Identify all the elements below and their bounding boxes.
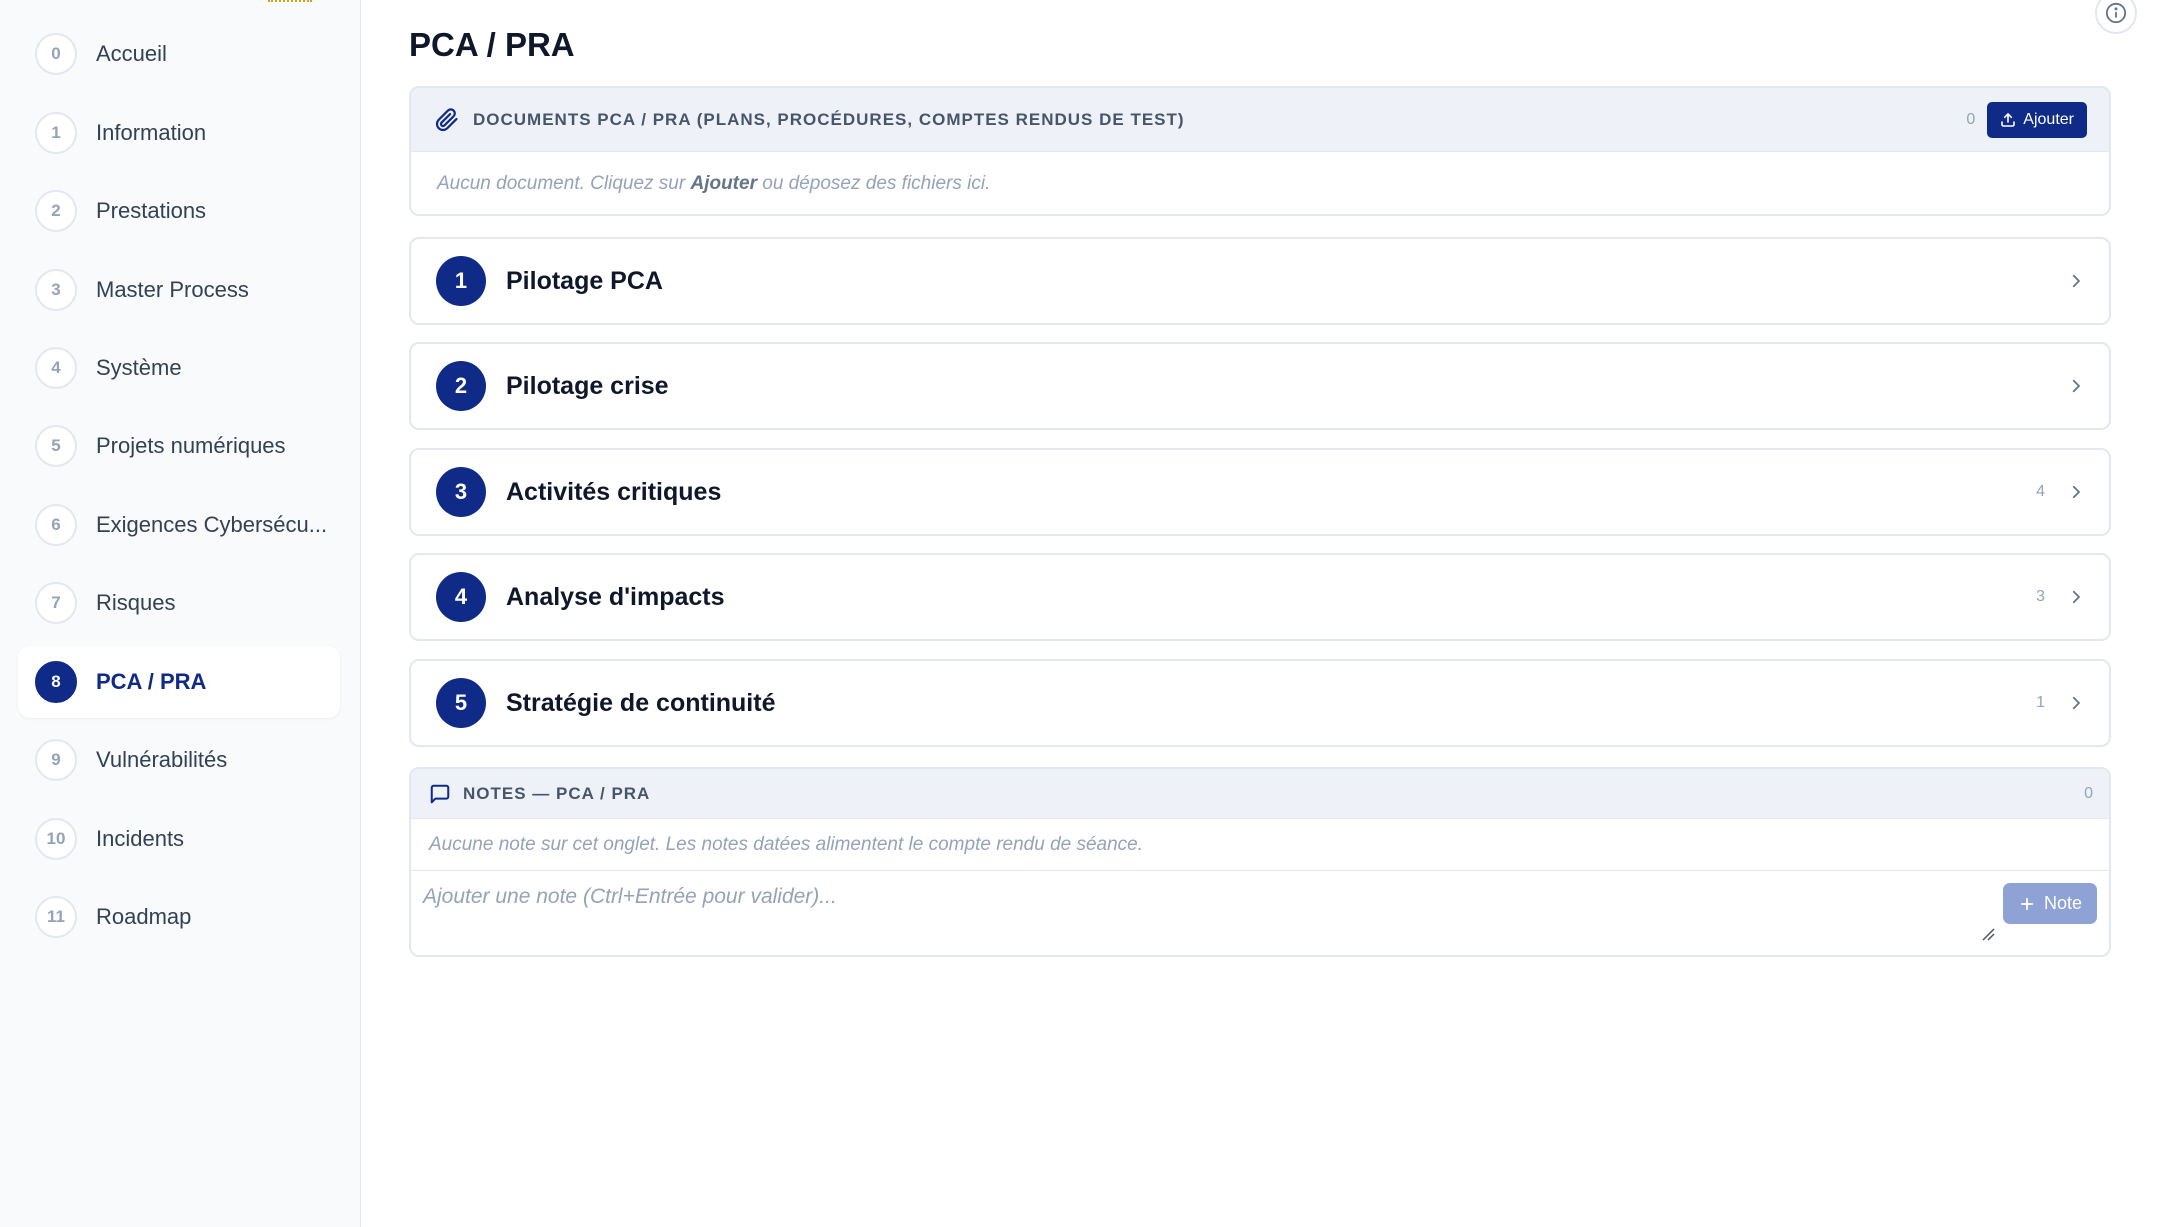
notes-composer: Note [411,871,2109,955]
notes-empty-text: Aucune note sur cet onglet. Les notes da… [411,819,2109,871]
chevron-right-icon [2067,694,2085,712]
page-title: PCA / PRA [409,26,575,63]
sidebar-item-vulnerabilites[interactable]: 9 Vulnérabilités [18,724,340,796]
notes-panel-header: NOTES — PCA / PRA 0 [411,769,2109,819]
notes-panel: NOTES — PCA / PRA 0 Aucune note sur cet … [409,767,2111,957]
nav-step-badge: 9 [35,739,77,781]
paperclip-icon [435,107,458,131]
section-number-badge: 4 [436,572,486,622]
documents-panel[interactable]: DOCUMENTS PCA / PRA (PLANS, PROCÉDURES, … [409,86,2111,216]
section-pilotage-crise[interactable]: 2 Pilotage crise [409,342,2111,430]
nav-step-badge: 10 [35,818,77,860]
sidebar-item-risques[interactable]: 7 Risques [18,567,340,639]
documents-drop-zone[interactable]: Aucun document. Cliquez sur Ajouter ou d… [411,152,2109,195]
add-note-label: Note [2043,893,2082,913]
sidebar-item-systeme[interactable]: 4 Système [18,332,340,404]
chevron-right-icon [2067,377,2085,395]
sidebar-item-label: Risques [96,590,176,615]
nav-step-badge: 1 [35,112,77,154]
nav-step-badge: 3 [35,269,77,311]
chevron-right-icon [2067,483,2085,501]
sidebar-item-label: Roadmap [96,904,192,929]
nav-step-badge: 6 [35,504,77,546]
documents-empty-text-emphasis: Ajouter [690,173,757,194]
section-pilotage-pca[interactable]: 1 Pilotage PCA [409,237,2111,325]
documents-count: 0 [1966,110,1976,128]
nav-step-badge: 8 [35,661,77,703]
section-title: Pilotage crise [506,371,669,400]
sidebar-item-pca-pra[interactable]: 8 PCA / PRA [18,646,340,718]
section-strategie-continuite[interactable]: 5 Stratégie de continuité 1 [409,659,2111,747]
sidebar-item-label: Exigences Cybersécu... [96,512,328,537]
nav-step-badge: 7 [35,582,77,624]
sidebar-item-label: Vulnérabilités [96,747,228,772]
section-title: Pilotage PCA [506,266,663,295]
sidebar-item-label: Incidents [96,826,185,851]
section-number-badge: 5 [436,678,486,728]
info-icon [2105,2,2127,24]
section-title: Activités critiques [506,477,722,506]
add-note-button[interactable]: Note [2002,883,2097,924]
section-number-badge: 2 [436,361,486,411]
section-count: 1 [2036,694,2045,711]
section-count: 3 [2036,588,2045,605]
nav-step-badge: 11 [35,896,77,938]
note-input[interactable] [411,871,1996,955]
add-document-button[interactable]: Ajouter [1987,101,2087,138]
section-title: Analyse d'impacts [506,582,725,611]
notes-panel-title: NOTES — PCA / PRA [463,783,651,803]
sidebar-item-prestations[interactable]: 2 Prestations [18,175,340,247]
info-button[interactable] [2095,0,2137,34]
section-number-badge: 3 [436,467,486,517]
nav-step-badge: 5 [35,425,77,467]
sidebar-item-incidents[interactable]: 10 Incidents [18,803,340,875]
sidebar-item-information[interactable]: 1 Information [18,97,340,169]
notes-count: 0 [2084,784,2093,802]
documents-panel-header: DOCUMENTS PCA / PRA (PLANS, PROCÉDURES, … [411,88,2109,152]
documents-empty-text-start: Aucun document. Cliquez sur [437,173,691,194]
sidebar-item-label: Information [96,120,207,145]
sidebar-top-accent [268,0,312,2]
plus-icon [2020,897,2034,910]
sidebar-item-master-process[interactable]: 3 Master Process [18,254,340,326]
sidebar-item-exigences-cybersecurite[interactable]: 6 Exigences Cybersécu... [18,489,340,561]
sidebar-item-accueil[interactable]: 0 Accueil [18,18,340,90]
sidebar-item-label: Prestations [96,198,207,223]
sidebar-item-label: Master Process [96,277,249,302]
resize-grip-icon[interactable] [1981,927,1995,941]
nav-step-badge: 4 [35,347,77,389]
sidebar-item-label: PCA / PRA [96,669,207,694]
section-count: 4 [2036,483,2045,500]
sidebar-item-projets-numeriques[interactable]: 5 Projets numériques [18,410,340,482]
chevron-right-icon [2067,588,2085,606]
sidebar: 0 Accueil 1 Information 2 Prestations 3 … [0,0,361,1227]
section-title: Stratégie de continuité [506,688,776,717]
nav-step-badge: 0 [35,33,77,75]
sidebar-item-label: Système [96,355,182,380]
sidebar-item-label: Projets numériques [96,433,286,458]
documents-panel-title: DOCUMENTS PCA / PRA (PLANS, PROCÉDURES, … [473,109,1185,129]
documents-empty-text-end: ou déposez des fichiers ici. [756,173,991,194]
upload-icon [2001,112,2016,127]
sidebar-item-roadmap[interactable]: 11 Roadmap [18,881,340,953]
nav-step-badge: 2 [35,190,77,232]
add-document-label: Ajouter [2023,110,2074,128]
message-square-icon [430,784,450,803]
section-activites-critiques[interactable]: 3 Activités critiques 4 [409,448,2111,536]
chevron-right-icon [2067,272,2085,290]
sidebar-item-label: Accueil [96,41,167,66]
section-number-badge: 1 [436,256,486,306]
section-analyse-impacts[interactable]: 4 Analyse d'impacts 3 [409,553,2111,641]
